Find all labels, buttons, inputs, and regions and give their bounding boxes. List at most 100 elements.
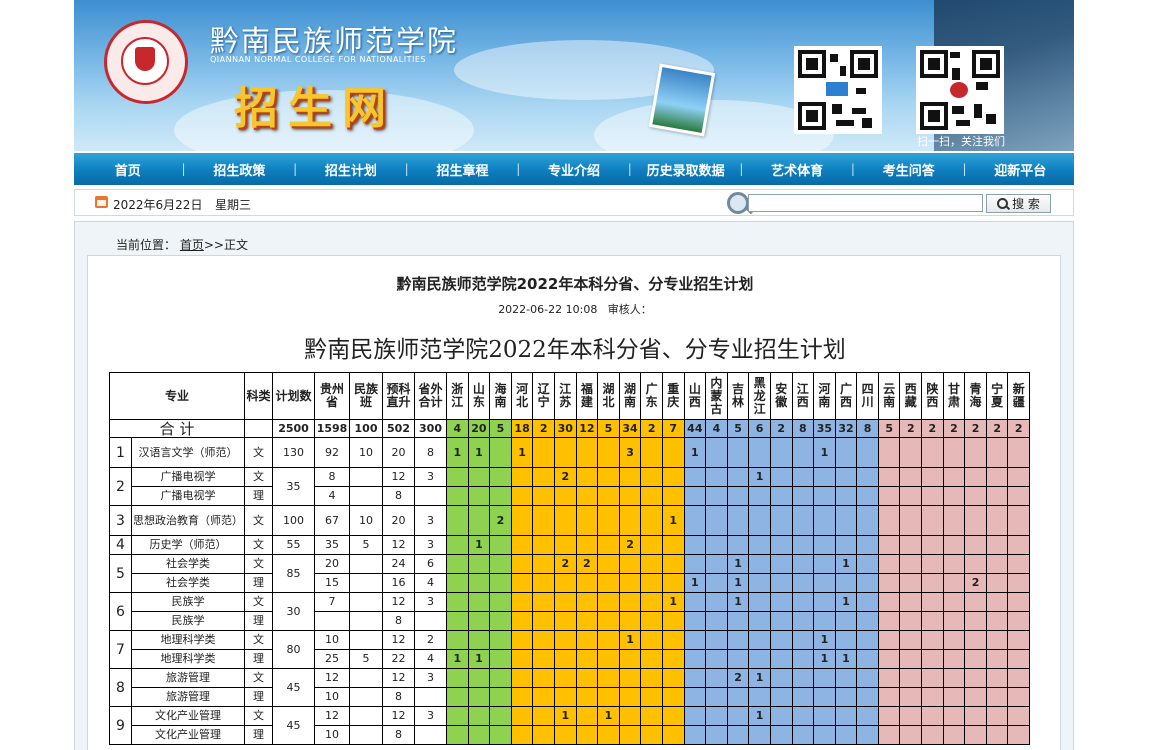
- photo-decoration: [648, 63, 716, 137]
- nav-item[interactable]: 考生问答: [855, 160, 963, 179]
- guizhou-cell: 7: [314, 592, 350, 612]
- total-province-cell: 8: [791, 419, 815, 438]
- province-cell: [726, 437, 750, 468]
- province-cell: [877, 535, 901, 555]
- table-row: 3 思想政治教育（师范）文 100 67 10 20 3 2 1: [109, 505, 1031, 536]
- total-province-cell: 44: [683, 419, 707, 438]
- row-number: 3: [109, 505, 132, 536]
- province-cell: [769, 725, 793, 745]
- province-cell: [964, 687, 987, 707]
- province-cell: [899, 535, 923, 555]
- province-cell: [446, 573, 469, 593]
- yuke-cell: 8: [382, 687, 415, 707]
- plan-cell: 45: [272, 706, 315, 745]
- province-cell: [1007, 535, 1031, 555]
- province-cell: [791, 725, 815, 745]
- search-input[interactable]: [748, 194, 983, 212]
- province-cell: [532, 486, 555, 506]
- province-cell: [683, 467, 707, 487]
- header-category: 科类: [244, 372, 273, 420]
- nav-item[interactable]: 招生计划: [297, 160, 405, 179]
- province-cell: [813, 467, 836, 487]
- province-cell: [791, 486, 815, 506]
- header-outside: 省外合计: [414, 372, 447, 420]
- total-province-cell: 2: [921, 419, 944, 438]
- nav-item[interactable]: 艺术体育: [743, 160, 851, 179]
- row-number: 9: [109, 706, 132, 745]
- province-cell: [640, 687, 663, 707]
- province-cell: [532, 649, 555, 669]
- major-name: 旅游管理: [131, 668, 245, 688]
- header-province: 重庆: [661, 372, 685, 420]
- province-cell: [1007, 687, 1031, 707]
- province-cell: [813, 554, 836, 574]
- guizhou-cell: 67: [314, 505, 350, 536]
- province-cell: [661, 554, 685, 574]
- school-logo-icon[interactable]: [104, 20, 188, 104]
- province-cell: [964, 467, 987, 487]
- nav-item[interactable]: 专业介绍: [520, 160, 628, 179]
- province-cell: [748, 611, 771, 631]
- total-province-cell: 5: [489, 419, 512, 438]
- header-plan: 计划数: [272, 372, 315, 420]
- province-cell: [661, 486, 685, 506]
- province-cell: [510, 725, 534, 745]
- province-cell: [1007, 725, 1031, 745]
- total-province-cell: 2: [899, 419, 923, 438]
- breadcrumb-prefix: 当前位置：: [116, 238, 177, 252]
- major-name: 文化产业管理: [131, 706, 245, 726]
- province-cell: [985, 611, 1009, 631]
- province-cell: [964, 554, 987, 574]
- province-cell: [1007, 505, 1031, 536]
- nav-item[interactable]: 招生章程: [409, 160, 517, 179]
- province-cell: [553, 573, 577, 593]
- province-cell: [640, 668, 663, 688]
- nav-item[interactable]: 首页: [74, 160, 182, 179]
- province-cell: [769, 554, 793, 574]
- province-cell: [921, 437, 944, 468]
- province-cell: [964, 649, 987, 669]
- province-cell: [705, 668, 728, 688]
- province-cell: [791, 611, 815, 631]
- province-cell: [532, 592, 555, 612]
- nav-item[interactable]: 历史录取数据: [632, 160, 740, 179]
- province-cell: [877, 592, 901, 612]
- province-cell: [856, 725, 879, 745]
- header-province: 西藏: [899, 372, 923, 420]
- province-cell: [467, 486, 491, 506]
- breadcrumb-home-link[interactable]: 首页: [180, 238, 204, 252]
- table-row: 地理科学类理 25 5 22 4 1 1 1 1: [110, 649, 1031, 669]
- nav-item[interactable]: 迎新平台: [967, 160, 1075, 179]
- province-cell: [489, 592, 512, 612]
- province-cell: [1007, 573, 1031, 593]
- province-cell: [813, 668, 836, 688]
- province-cell: [510, 467, 534, 487]
- row-number: 6: [109, 592, 132, 631]
- province-cell: [575, 611, 599, 631]
- plan-cell: 55: [272, 535, 315, 555]
- province-cell: [791, 573, 815, 593]
- search-button[interactable]: 搜 索: [986, 194, 1051, 213]
- table-row: 6 民族学文 30 7 12 3 1 1 1: [109, 592, 1031, 631]
- province-cell: [769, 592, 793, 612]
- outside-cell: 3: [414, 505, 447, 536]
- province-cell: 2: [489, 505, 512, 536]
- province-cell: [705, 437, 728, 468]
- province-cell: [532, 611, 555, 631]
- table-row: 8 旅游管理文 45 12 12 3 2 1: [109, 668, 1031, 707]
- province-cell: [877, 554, 901, 574]
- province-cell: [597, 630, 620, 650]
- province-cell: [726, 630, 750, 650]
- province-cell: [748, 592, 771, 612]
- province-cell: [791, 467, 815, 487]
- outside-cell: [414, 725, 447, 745]
- minzu-cell: 10: [349, 505, 383, 536]
- province-cell: [899, 687, 923, 707]
- header-province: 青海: [964, 372, 987, 420]
- nav-item[interactable]: 招生政策: [186, 160, 294, 179]
- province-cell: 2: [964, 573, 987, 593]
- plan-cell: 85: [272, 554, 315, 593]
- minzu-cell: [349, 592, 383, 612]
- breadcrumb-current: 正文: [223, 238, 248, 252]
- category-cell: 理: [244, 725, 273, 745]
